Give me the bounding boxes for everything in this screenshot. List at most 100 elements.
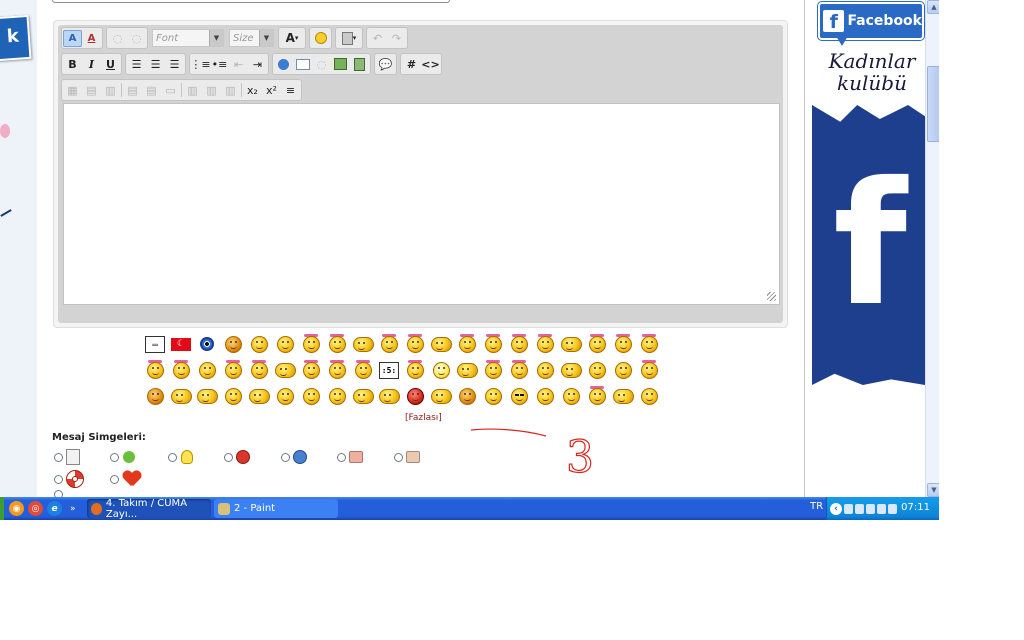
smiley-icon[interactable]: [454, 384, 480, 408]
smiley-icon[interactable]: [272, 332, 298, 356]
message-textarea[interactable]: [63, 103, 780, 305]
more-smilies-link[interactable]: [Fazlası]: [405, 413, 442, 423]
smiley-icon[interactable]: [168, 384, 194, 408]
taskbar-item-browser[interactable]: 4. Takım / CUMA Zayı...: [87, 498, 211, 520]
post-icon-option-thumbs-up[interactable]: [394, 450, 420, 464]
chevron-left-icon[interactable]: ‹: [830, 502, 842, 515]
smiley-icon[interactable]: [350, 358, 376, 382]
smiley-icon[interactable]: [584, 384, 610, 408]
radio-button[interactable]: [54, 452, 63, 462]
smiley-icon[interactable]: [324, 384, 350, 408]
radio-button[interactable]: [54, 474, 63, 484]
smiley-icon[interactable]: [272, 384, 298, 408]
table-insert-col-icon[interactable]: ▥: [183, 82, 202, 99]
code-icon[interactable]: <>: [421, 56, 440, 73]
evil-eye-icon[interactable]: [194, 332, 220, 356]
smiley-icon[interactable]: [246, 332, 272, 356]
smiley-icon[interactable]: [428, 384, 454, 408]
unordered-list-icon[interactable]: •≡: [210, 56, 229, 73]
radio-button[interactable]: [110, 474, 119, 484]
smiley-icon[interactable]: [480, 358, 506, 382]
smiley-icon[interactable]: [532, 384, 558, 408]
insert-image-icon[interactable]: [331, 56, 350, 73]
vertical-scrollbar[interactable]: ▲ ▼: [925, 0, 939, 497]
smiley-icon[interactable]: [558, 358, 584, 382]
post-icon-option-lightbulb[interactable]: [168, 450, 194, 464]
smiley-icon[interactable]: [194, 384, 220, 408]
smiley-icon[interactable]: [220, 384, 246, 408]
insert-smiley-icon[interactable]: [311, 30, 330, 47]
post-icon-option-exclamation[interactable]: [224, 450, 250, 464]
smiley-icon[interactable]: [324, 358, 350, 382]
smiley-icon[interactable]: [610, 332, 636, 356]
post-icon-option-thumbs-down[interactable]: [337, 450, 363, 464]
chevron-down-icon[interactable]: ▼: [209, 30, 223, 46]
clock[interactable]: 07:11: [901, 502, 930, 513]
smiley-icon[interactable]: [402, 384, 428, 408]
facebook-banner[interactable]: f Facebook Kadınlar kulübü f: [812, 0, 925, 497]
wysiwyg-mode-icon[interactable]: A: [63, 29, 82, 47]
table-row-icon[interactable]: ▤: [82, 82, 101, 99]
radio-button[interactable]: [281, 452, 290, 462]
smiley-icon[interactable]: [428, 358, 454, 382]
smiley-icon[interactable]: [298, 384, 324, 408]
smiley-icon[interactable]: [584, 332, 610, 356]
chevron-down-icon[interactable]: ▼: [259, 30, 273, 46]
update-icon[interactable]: [877, 503, 886, 514]
volume-icon[interactable]: [855, 503, 864, 514]
post-icon-option-lifebuoy[interactable]: [54, 470, 84, 488]
paste-special-icon[interactable]: ▾: [337, 30, 361, 47]
smiley-icon[interactable]: [350, 332, 376, 356]
device-icon[interactable]: [888, 503, 897, 514]
scroll-down-icon[interactable]: ▼: [927, 483, 939, 497]
smiley-icon[interactable]: [454, 358, 480, 382]
align-right-icon[interactable]: ☰: [165, 56, 184, 73]
smiley-icon[interactable]: [402, 332, 428, 356]
scroll-up-icon[interactable]: ▲: [927, 0, 939, 14]
smiley-icon[interactable]: [532, 358, 558, 382]
undo-icon[interactable]: ↶: [368, 30, 387, 47]
smiley-icon[interactable]: [220, 358, 246, 382]
remove-format-icon[interactable]: ◌: [108, 30, 127, 47]
text-color-icon[interactable]: A ▾: [280, 30, 304, 47]
table-delete-row-icon[interactable]: ▤: [142, 82, 161, 99]
insert-email-icon[interactable]: [293, 56, 312, 73]
scrollbar-thumb[interactable]: [927, 66, 939, 142]
firefox-icon[interactable]: ◉: [9, 501, 24, 516]
smiley-icon[interactable]: [636, 384, 662, 408]
taskbar-item-paint[interactable]: 2 - Paint: [214, 499, 338, 518]
source-mode-icon[interactable]: A: [82, 30, 101, 47]
post-icon-option-document[interactable]: [54, 449, 80, 465]
smiley-icon[interactable]: [532, 332, 558, 356]
post-icon-option-heart[interactable]: [110, 470, 142, 488]
font-select[interactable]: Font ▼: [152, 29, 224, 47]
network-icon[interactable]: [844, 503, 853, 514]
smiley-icon[interactable]: [428, 332, 454, 356]
smiley-icon[interactable]: [376, 332, 402, 356]
smiley-icon[interactable]: [376, 384, 402, 408]
smiley-icon[interactable]: [454, 332, 480, 356]
size-select[interactable]: Size ▼: [229, 29, 274, 47]
insert-video-icon[interactable]: [350, 56, 369, 73]
internet-explorer-icon[interactable]: e: [47, 501, 62, 516]
smiley-icon[interactable]: [298, 358, 324, 382]
smiley-icon[interactable]: [506, 332, 532, 356]
smiley-icon[interactable]: [506, 384, 532, 408]
subscript-button[interactable]: x₂: [243, 82, 262, 99]
radio-button[interactable]: [110, 452, 119, 462]
horizontal-rule-icon[interactable]: ≡: [281, 82, 300, 99]
table-merge-icon[interactable]: ▭: [161, 82, 180, 99]
smiley-icon[interactable]: [610, 358, 636, 382]
turkish-flag-icon[interactable]: ☾: [168, 332, 194, 356]
italic-button[interactable]: I: [82, 56, 101, 73]
radio-button[interactable]: [337, 452, 346, 462]
smiley-icon[interactable]: [246, 384, 272, 408]
table-col-icon[interactable]: ▥: [101, 82, 120, 99]
security-icon[interactable]: [866, 503, 875, 514]
smiley-icon[interactable]: [558, 384, 584, 408]
outdent-icon[interactable]: ⇤: [229, 56, 248, 73]
radio-button[interactable]: [394, 452, 403, 462]
redo-icon[interactable]: ↷: [387, 30, 406, 47]
language-indicator[interactable]: TR: [810, 501, 823, 512]
smiley-icon[interactable]: [194, 358, 220, 382]
